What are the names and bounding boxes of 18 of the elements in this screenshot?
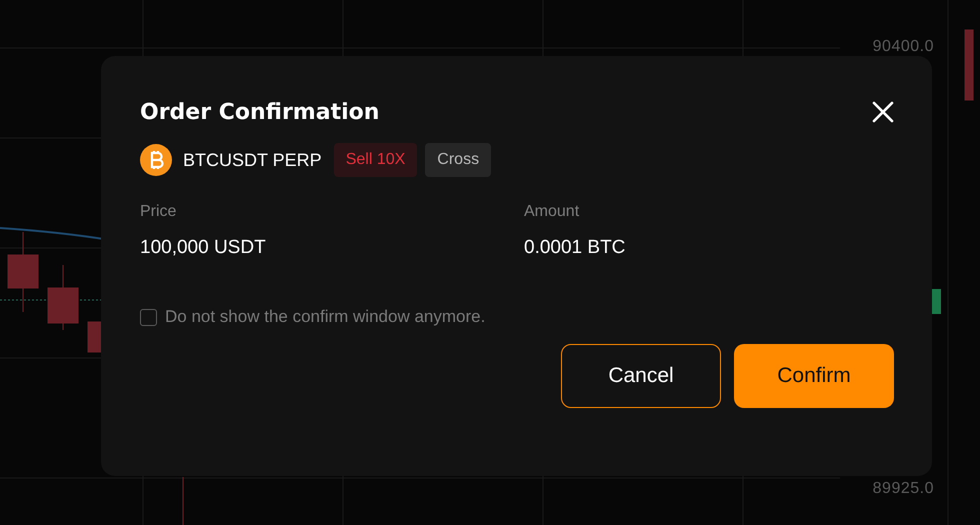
side-leverage-tag: Sell 10X — [334, 143, 418, 177]
field-value: 0.0001 BTC — [524, 237, 626, 259]
confirm-button[interactable]: Confirm — [734, 344, 894, 408]
close-icon[interactable] — [872, 101, 894, 123]
symbol-name: BTCUSDT PERP — [183, 150, 322, 170]
dialog-title: Order Confirmation — [140, 100, 380, 124]
checkbox[interactable] — [140, 308, 157, 326]
margin-mode-tag: Cross — [425, 143, 492, 177]
candle — [48, 264, 78, 330]
bitcoin-icon — [140, 144, 172, 176]
price-axis-label: 90400.0 — [872, 38, 934, 56]
checkbox-label: Do not show the confirm window anymore. — [165, 307, 486, 327]
price-axis-label: 89925.0 — [872, 480, 934, 498]
cancel-button[interactable]: Cancel — [561, 344, 721, 408]
field-value: 100,000 USDT — [140, 237, 267, 259]
candle — [964, 30, 974, 100]
field-label: Price — [140, 203, 178, 221]
field-label: Amount — [524, 203, 580, 221]
